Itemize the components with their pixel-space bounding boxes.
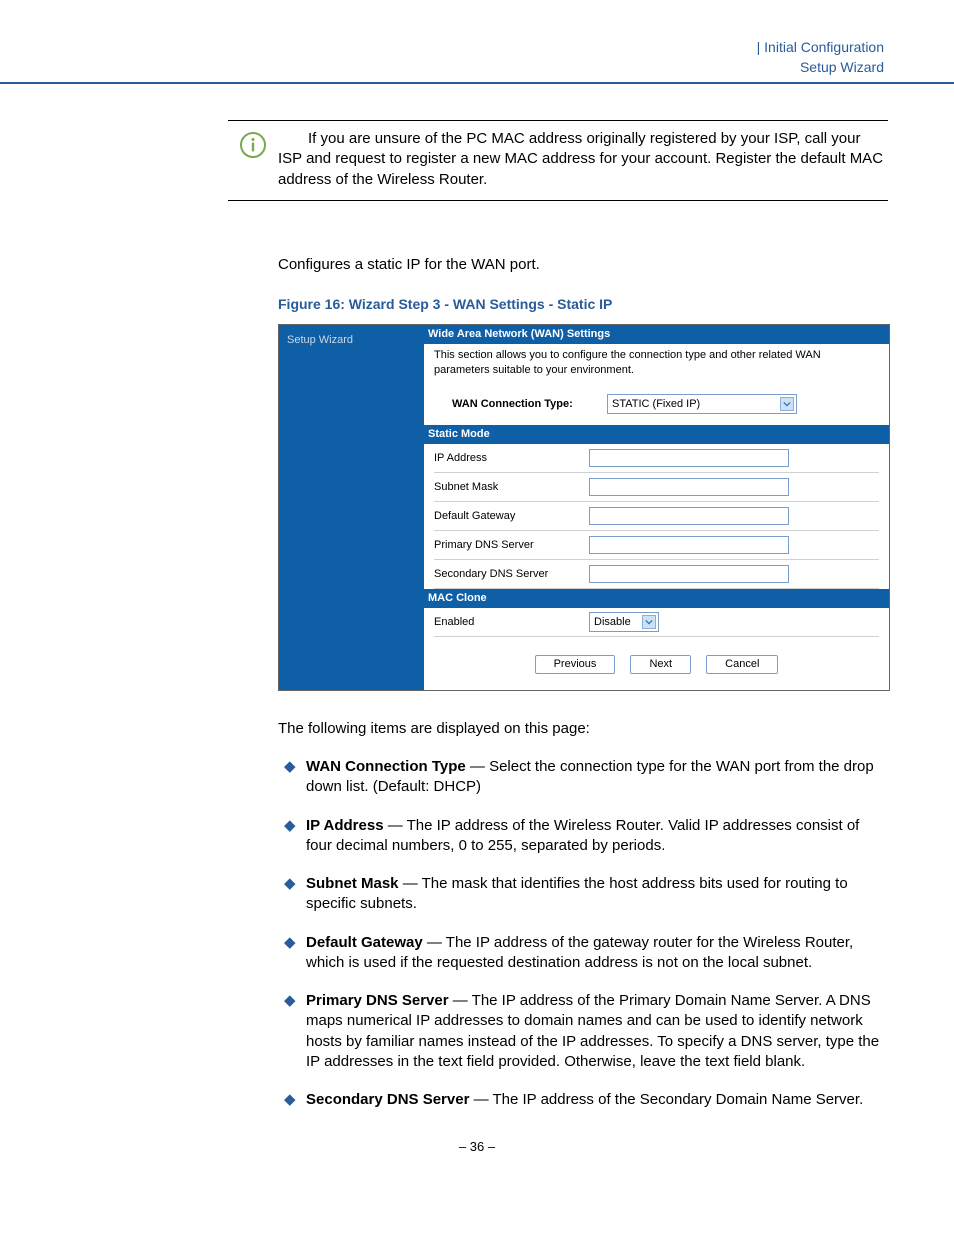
wan-connection-row: WAN Connection Type: STATIC (Fixed IP)	[434, 387, 879, 425]
row-primary-dns: Primary DNS Server	[434, 531, 879, 560]
page-content: If you are unsure of the PC MAC address …	[278, 120, 888, 1156]
panel-description: This section allows you to configure the…	[434, 344, 879, 388]
mac-clone-header: MAC Clone	[424, 589, 889, 608]
bullet-term: WAN Connection Type	[306, 758, 466, 775]
input-default-gateway[interactable]	[589, 507, 789, 525]
bullet-item: ◆Primary DNS Server — The IP address of …	[278, 991, 888, 1072]
wan-connection-label: WAN Connection Type:	[434, 397, 607, 412]
info-icon	[228, 129, 278, 190]
bullet-item: ◆Default Gateway — The IP address of the…	[278, 933, 888, 974]
diamond-bullet-icon: ◆	[278, 816, 306, 857]
header-line2: Setup Wizard	[757, 58, 884, 78]
label-ip-address: IP Address	[434, 451, 589, 466]
bullet-text: IP Address — The IP address of the Wirel…	[306, 816, 888, 857]
diamond-bullet-icon: ◆	[278, 1090, 306, 1110]
bullet-term: Default Gateway	[306, 934, 423, 951]
label-primary-dns: Primary DNS Server	[434, 538, 589, 553]
screenshot-main: Wide Area Network (WAN) Settings This se…	[424, 325, 889, 690]
bullet-text: Secondary DNS Server — The IP address of…	[306, 1090, 888, 1110]
header-line1: | Initial Configuration	[757, 38, 884, 58]
header-breadcrumb: | Initial Configuration Setup Wizard	[757, 38, 884, 77]
bullet-item: ◆WAN Connection Type — Select the connec…	[278, 757, 888, 798]
mac-enabled-value: Disable	[594, 615, 631, 630]
row-subnet-mask: Subnet Mask	[434, 473, 879, 502]
static-mode-header: Static Mode	[424, 425, 889, 444]
panel-title: Wide Area Network (WAN) Settings	[424, 325, 889, 344]
bullet-desc: — The IP address of the Secondary Domain…	[469, 1091, 863, 1108]
figure-screenshot: Setup Wizard Wide Area Network (WAN) Set…	[278, 324, 890, 691]
page-header: | Initial Configuration Setup Wizard	[0, 38, 954, 84]
intro-paragraph: Configures a static IP for the WAN port.	[278, 255, 888, 275]
page-number: – 36 –	[66, 1138, 888, 1156]
bullet-text: Primary DNS Server — The IP address of t…	[306, 991, 888, 1072]
bullet-item: ◆Secondary DNS Server — The IP address o…	[278, 1090, 888, 1110]
row-ip-address: IP Address	[434, 444, 879, 473]
input-secondary-dns[interactable]	[589, 565, 789, 583]
diamond-bullet-icon: ◆	[278, 933, 306, 974]
bullet-item: ◆IP Address — The IP address of the Wire…	[278, 816, 888, 857]
diamond-bullet-icon: ◆	[278, 757, 306, 798]
label-mac-enabled: Enabled	[434, 615, 589, 630]
label-secondary-dns: Secondary DNS Server	[434, 567, 589, 582]
previous-button[interactable]: Previous	[535, 655, 616, 674]
button-row: Previous Next Cancel	[434, 637, 879, 674]
row-secondary-dns: Secondary DNS Server	[434, 560, 879, 589]
bullet-text: Subnet Mask — The mask that identifies t…	[306, 874, 888, 915]
bullet-item: ◆Subnet Mask — The mask that identifies …	[278, 874, 888, 915]
screenshot-sidebar: Setup Wizard	[279, 325, 424, 690]
label-subnet-mask: Subnet Mask	[434, 480, 589, 495]
wan-connection-select[interactable]: STATIC (Fixed IP)	[607, 394, 797, 414]
chevron-down-icon	[780, 397, 794, 411]
bullet-term: Secondary DNS Server	[306, 1091, 469, 1108]
bullet-text: WAN Connection Type — Select the connect…	[306, 757, 888, 798]
diamond-bullet-icon: ◆	[278, 991, 306, 1072]
info-note-text: If you are unsure of the PC MAC address …	[278, 129, 888, 190]
row-mac-enabled: Enabled Disable	[434, 608, 879, 637]
bullet-text: Default Gateway — The IP address of the …	[306, 933, 888, 974]
mac-enabled-select[interactable]: Disable	[589, 612, 659, 632]
wan-connection-value: STATIC (Fixed IP)	[612, 397, 700, 412]
input-subnet-mask[interactable]	[589, 478, 789, 496]
bullet-term: Primary DNS Server	[306, 992, 449, 1009]
cancel-button[interactable]: Cancel	[706, 655, 778, 674]
figure-caption: Figure 16: Wizard Step 3 - WAN Settings …	[278, 295, 888, 314]
next-button[interactable]: Next	[630, 655, 691, 674]
info-note-box: If you are unsure of the PC MAC address …	[228, 120, 888, 201]
chevron-down-icon	[642, 615, 656, 629]
bullet-term: IP Address	[306, 817, 384, 834]
diamond-bullet-icon: ◆	[278, 874, 306, 915]
bullet-term: Subnet Mask	[306, 875, 399, 892]
input-primary-dns[interactable]	[589, 536, 789, 554]
row-default-gateway: Default Gateway	[434, 502, 879, 531]
sidebar-item-setup-wizard[interactable]: Setup Wizard	[287, 333, 419, 348]
body-intro: The following items are displayed on thi…	[278, 719, 888, 739]
label-default-gateway: Default Gateway	[434, 509, 589, 524]
bullet-desc: — The IP address of the Wireless Router.…	[306, 817, 859, 854]
input-ip-address[interactable]	[589, 449, 789, 467]
bullet-list: ◆WAN Connection Type — Select the connec…	[278, 757, 888, 1110]
